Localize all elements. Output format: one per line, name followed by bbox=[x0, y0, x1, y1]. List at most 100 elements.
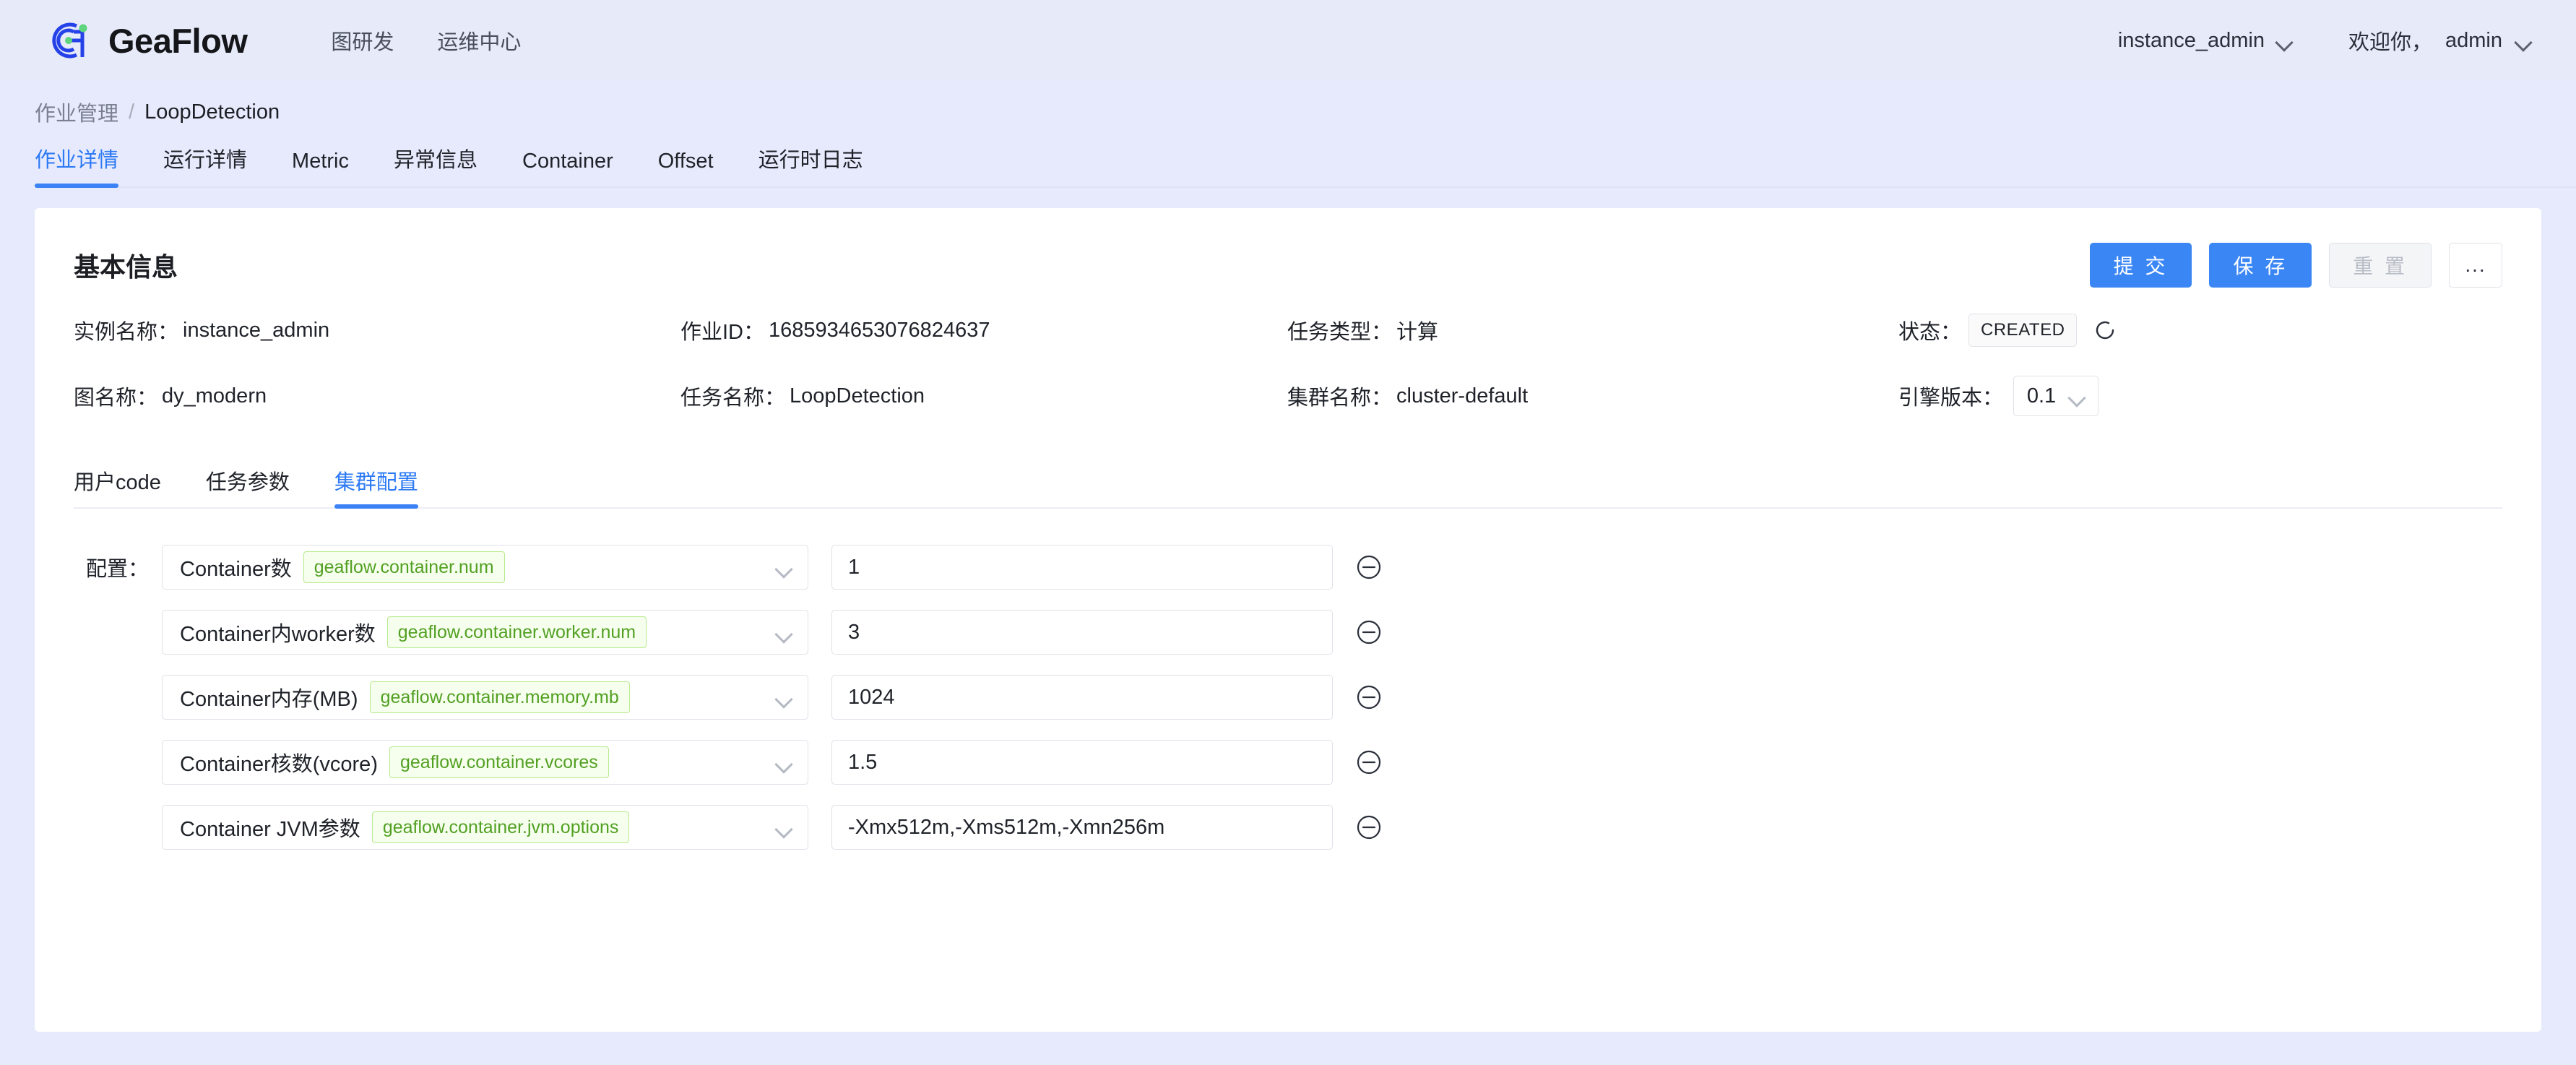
config-value-input[interactable] bbox=[831, 610, 1333, 655]
chevron-down-icon bbox=[776, 823, 792, 832]
config-value-input[interactable] bbox=[831, 740, 1333, 785]
breadcrumb-separator: / bbox=[129, 100, 134, 124]
config-key-name: Container数 bbox=[180, 552, 292, 582]
brand-logo[interactable]: GeaFlow bbox=[45, 17, 247, 64]
card-header: 基本信息 提 交 保 存 重 置 ... bbox=[74, 237, 2502, 293]
config-row: Container内存(MB) geaflow.container.memory… bbox=[74, 675, 2502, 720]
info-engine-version-label: 引擎版本： bbox=[1898, 381, 2003, 411]
config-key-select[interactable]: Container数 geaflow.container.num bbox=[162, 545, 808, 590]
minus-circle-icon[interactable] bbox=[1354, 553, 1383, 582]
geaflow-logo-icon bbox=[45, 17, 92, 64]
minus-circle-icon[interactable] bbox=[1354, 618, 1383, 647]
info-task-type: 任务类型： 计算 bbox=[1287, 315, 1836, 345]
tab-cluster-config[interactable]: 集群配置 bbox=[334, 465, 418, 509]
engine-version-select[interactable]: 0.1 bbox=[2013, 376, 2099, 416]
config-key-tag: geaflow.container.num bbox=[303, 551, 505, 583]
info-graph-name-value: dy_modern bbox=[162, 384, 267, 408]
info-cluster-name: 集群名称： cluster-default bbox=[1287, 381, 1836, 411]
config-key-name: Container核数(vcore) bbox=[180, 747, 378, 777]
info-instance-name: 实例名称： instance_admin bbox=[74, 315, 680, 345]
more-actions-button[interactable]: ... bbox=[2449, 243, 2502, 288]
chevron-down-icon bbox=[2069, 392, 2085, 401]
info-job-id-label: 作业ID： bbox=[680, 315, 764, 345]
engine-version-value: 0.1 bbox=[2027, 384, 2056, 408]
info-engine-version: 引擎版本： 0.1 bbox=[1836, 376, 2502, 416]
breadcrumb-item-current: LoopDetection bbox=[144, 100, 280, 124]
tab-metric[interactable]: Metric bbox=[292, 150, 349, 188]
top-header-bar: GeaFlow 图研发 运维中心 instance_admin 欢迎你， adm… bbox=[0, 0, 2576, 81]
user-menu[interactable]: 欢迎你， admin bbox=[2348, 25, 2531, 56]
info-status-label: 状态： bbox=[1898, 315, 1961, 345]
config-key-name: Container JVM参数 bbox=[180, 812, 360, 842]
info-instance-name-value: instance_admin bbox=[183, 319, 329, 342]
config-key-tag: geaflow.container.jvm.options bbox=[372, 811, 630, 843]
config-key-select[interactable]: Container核数(vcore) geaflow.container.vco… bbox=[162, 740, 808, 785]
info-cluster-name-label: 集群名称： bbox=[1287, 381, 1392, 411]
config-key-name: Container内存(MB) bbox=[180, 682, 358, 712]
tab-exception-info[interactable]: 异常信息 bbox=[394, 143, 477, 188]
info-graph-name: 图名称： dy_modern bbox=[74, 381, 680, 411]
chevron-down-icon bbox=[776, 563, 792, 572]
basic-info-card: 基本信息 提 交 保 存 重 置 ... 实例名称： instance_admi… bbox=[35, 208, 2541, 1032]
config-row: Container内worker数 geaflow.container.work… bbox=[74, 610, 2502, 655]
refresh-icon[interactable] bbox=[2093, 318, 2117, 342]
page-tab-bar: 作业详情 运行详情 Metric 异常信息 Container Offset 运… bbox=[35, 134, 2576, 188]
brand-name: GeaFlow bbox=[108, 21, 247, 61]
info-instance-name-label: 实例名称： bbox=[74, 315, 178, 345]
config-value-input[interactable] bbox=[831, 675, 1333, 720]
config-tab-bar: 用户code 任务参数 集群配置 bbox=[74, 457, 2502, 509]
info-job-id: 作业ID： 1685934653076824637 bbox=[680, 315, 1287, 345]
config-key-select[interactable]: Container JVM参数 geaflow.container.jvm.op… bbox=[162, 805, 808, 850]
cluster-config-list: 配置： Container数 geaflow.container.num Con… bbox=[74, 545, 2502, 850]
breadcrumb: 作业管理 / LoopDetection bbox=[0, 81, 2576, 118]
info-task-name-label: 任务名称： bbox=[680, 381, 785, 411]
job-info-grid: 实例名称： instance_admin 作业ID： 1685934653076… bbox=[74, 314, 2502, 416]
info-task-name-value: LoopDetection bbox=[790, 384, 925, 408]
user-name-label: admin bbox=[2445, 29, 2502, 53]
chevron-down-icon bbox=[2276, 36, 2292, 46]
tab-offset[interactable]: Offset bbox=[658, 150, 714, 188]
info-cluster-name-value: cluster-default bbox=[1396, 384, 1528, 408]
chevron-down-icon bbox=[776, 628, 792, 637]
info-job-id-value: 1685934653076824637 bbox=[769, 319, 990, 342]
config-key-tag: geaflow.container.vcores bbox=[389, 746, 609, 778]
tab-task-params[interactable]: 任务参数 bbox=[206, 465, 290, 509]
config-section-label: 配置： bbox=[74, 552, 162, 582]
info-status: 状态： CREATED bbox=[1836, 314, 2502, 347]
submit-button[interactable]: 提 交 bbox=[2090, 243, 2192, 288]
tab-run-detail[interactable]: 运行详情 bbox=[163, 143, 247, 188]
page-title: 基本信息 bbox=[74, 246, 178, 284]
nav-item-graph-dev[interactable]: 图研发 bbox=[331, 25, 394, 56]
minus-circle-icon[interactable] bbox=[1354, 748, 1383, 777]
tab-job-detail[interactable]: 作业详情 bbox=[35, 143, 118, 188]
config-row: 配置： Container数 geaflow.container.num bbox=[74, 545, 2502, 590]
instance-selector[interactable]: instance_admin bbox=[2118, 29, 2292, 53]
save-button[interactable]: 保 存 bbox=[2209, 243, 2312, 288]
config-key-select[interactable]: Container内存(MB) geaflow.container.memory… bbox=[162, 675, 808, 720]
nav-item-ops-center[interactable]: 运维中心 bbox=[437, 25, 521, 56]
config-key-name: Container内worker数 bbox=[180, 617, 376, 647]
config-key-tag: geaflow.container.worker.num bbox=[387, 616, 647, 648]
chevron-down-icon bbox=[2515, 36, 2531, 46]
reset-button: 重 置 bbox=[2329, 243, 2432, 288]
minus-circle-icon[interactable] bbox=[1354, 813, 1383, 842]
minus-circle-icon[interactable] bbox=[1354, 683, 1383, 712]
tab-container[interactable]: Container bbox=[522, 150, 613, 188]
breadcrumb-item-job-management[interactable]: 作业管理 bbox=[35, 97, 118, 127]
tab-user-code[interactable]: 用户code bbox=[74, 465, 161, 509]
info-graph-name-label: 图名称： bbox=[74, 381, 157, 411]
config-value-input[interactable] bbox=[831, 545, 1333, 590]
status-badge: CREATED bbox=[1968, 314, 2077, 347]
info-task-name: 任务名称： LoopDetection bbox=[680, 381, 1287, 411]
info-task-type-label: 任务类型： bbox=[1287, 315, 1392, 345]
instance-selector-label: instance_admin bbox=[2118, 29, 2265, 53]
info-task-type-value: 计算 bbox=[1396, 315, 1438, 345]
card-action-buttons: 提 交 保 存 重 置 ... bbox=[2090, 243, 2502, 288]
header-right-group: instance_admin 欢迎你， admin bbox=[2118, 25, 2531, 56]
config-value-input[interactable] bbox=[831, 805, 1333, 850]
chevron-down-icon bbox=[776, 758, 792, 767]
ellipsis-icon: ... bbox=[2465, 254, 2486, 277]
config-key-select[interactable]: Container内worker数 geaflow.container.work… bbox=[162, 610, 808, 655]
tab-runtime-log[interactable]: 运行时日志 bbox=[758, 143, 863, 188]
main-nav: 图研发 运维中心 bbox=[331, 25, 521, 56]
